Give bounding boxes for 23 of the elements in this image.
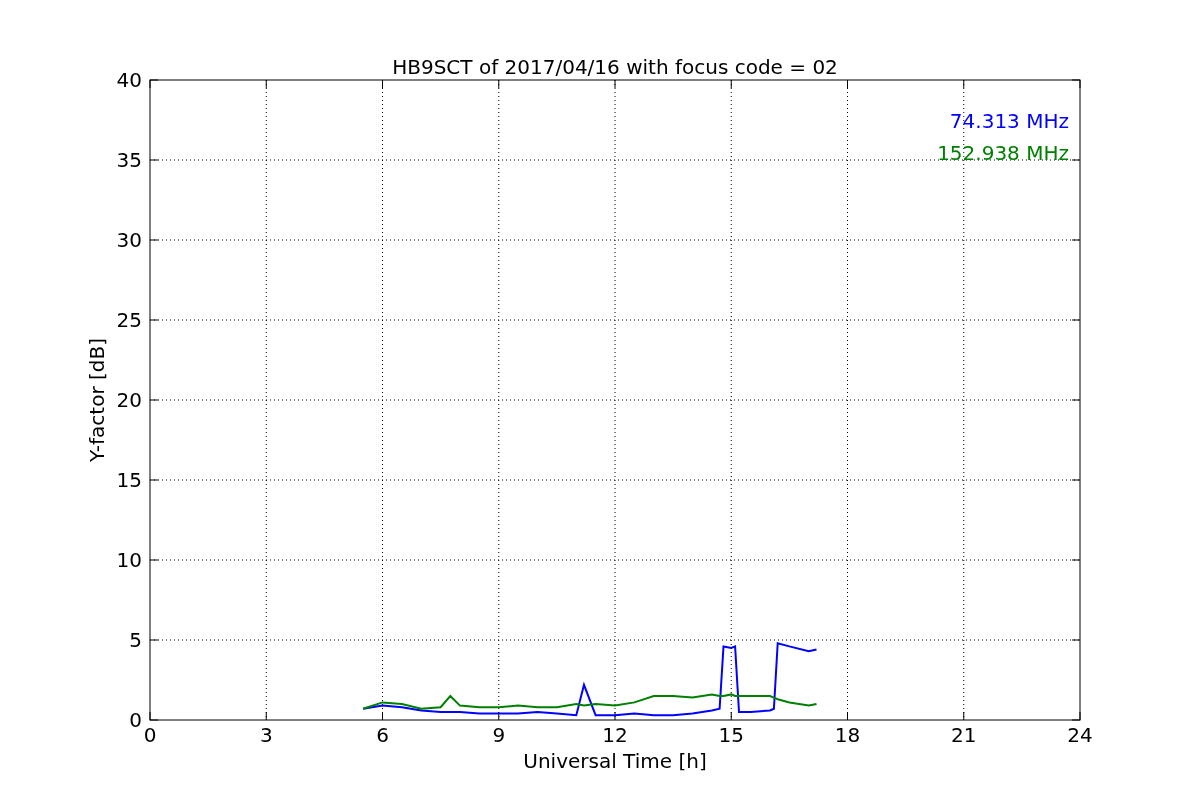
y-tick-label: 25 bbox=[116, 308, 142, 332]
x-tick-label: 6 bbox=[376, 723, 389, 747]
x-tick-label: 9 bbox=[492, 723, 506, 747]
x-tick-label: 21 bbox=[951, 723, 977, 747]
y-tick-label: 35 bbox=[116, 148, 142, 172]
y-tick-label: 10 bbox=[116, 548, 142, 572]
y-tick-label: 40 bbox=[116, 68, 142, 92]
legend-label: 152.938 MHz bbox=[937, 141, 1069, 165]
x-axis-label: Universal Time [h] bbox=[523, 749, 707, 773]
y-tick-label: 30 bbox=[116, 228, 142, 252]
x-tick-label: 18 bbox=[834, 723, 861, 747]
y-tick-label: 0 bbox=[129, 708, 142, 732]
x-tick-label: 24 bbox=[1067, 723, 1093, 747]
x-tick-label: 0 bbox=[143, 723, 157, 747]
x-tick-label: 15 bbox=[718, 723, 744, 747]
y-tick-label: 15 bbox=[116, 468, 142, 492]
y-tick-label: 20 bbox=[116, 388, 142, 412]
x-tick-label: 12 bbox=[602, 723, 628, 747]
y-tick-label: 5 bbox=[129, 628, 142, 652]
legend-label: 74.313 MHz bbox=[949, 109, 1069, 133]
x-tick-label: 3 bbox=[259, 723, 273, 747]
chart-title: HB9SCT of 2017/04/16 with focus code = 02 bbox=[392, 55, 838, 79]
y-axis-label: Y-factor [dB] bbox=[85, 338, 109, 462]
